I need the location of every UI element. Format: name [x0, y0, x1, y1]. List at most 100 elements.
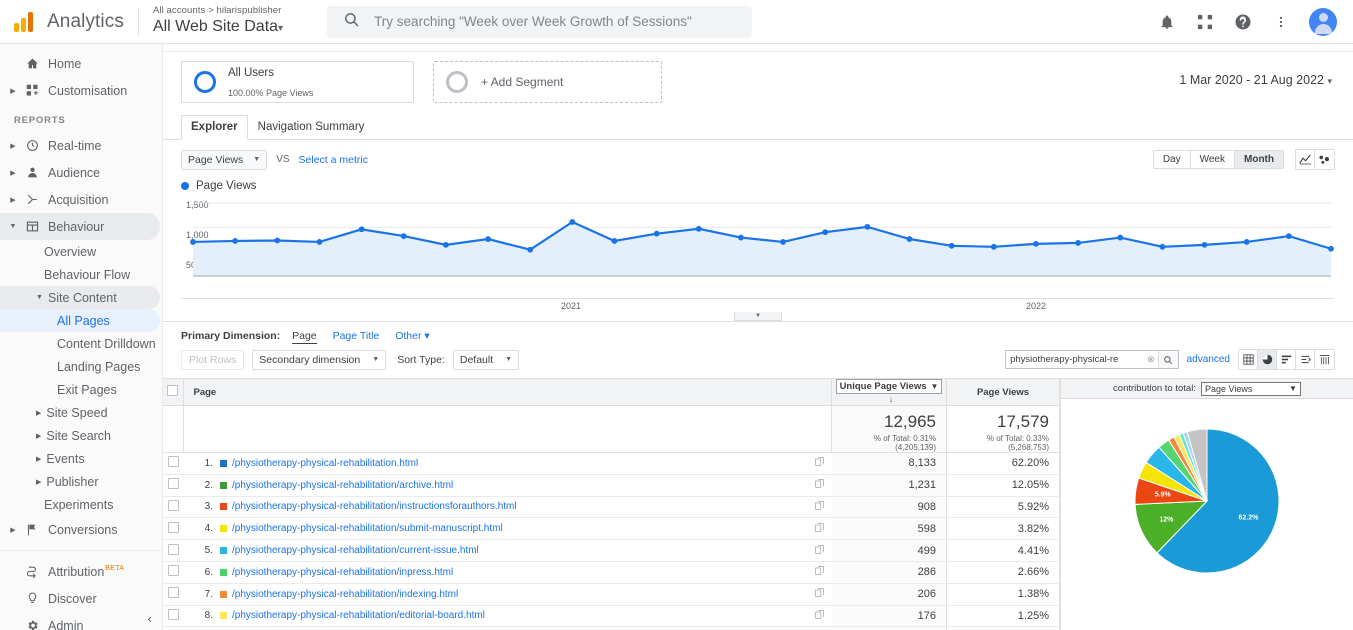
- sidebar-item-content-drilldown[interactable]: Content Drilldown: [0, 332, 162, 355]
- notifications-bell-icon[interactable]: [1157, 12, 1177, 32]
- row-checkbox-cell[interactable]: [163, 561, 183, 583]
- granularity-day[interactable]: Day: [1154, 151, 1191, 168]
- row-page-link[interactable]: /physiotherapy-physical-rehabilitation/i…: [232, 589, 458, 600]
- table-row[interactable]: 1./physiotherapy-physical-rehabilitation…: [163, 453, 1060, 475]
- open-page-icon[interactable]: [815, 588, 824, 600]
- checkbox[interactable]: [168, 587, 179, 598]
- granularity-month[interactable]: Month: [1235, 151, 1283, 168]
- checkbox[interactable]: [167, 385, 178, 396]
- secondary-dimension-button[interactable]: Secondary dimension▼: [252, 350, 386, 370]
- metric-selector[interactable]: Page Views▼: [181, 150, 267, 170]
- table-row[interactable]: 3./physiotherapy-physical-rehabilitation…: [163, 496, 1060, 518]
- sidebar-item-admin[interactable]: Admin: [0, 612, 162, 630]
- checkbox[interactable]: [168, 500, 179, 511]
- row-page-link[interactable]: /physiotherapy-physical-rehabilitation/e…: [232, 610, 485, 621]
- sidebar-item-site-content[interactable]: ▼ Site Content: [0, 286, 160, 309]
- row-checkbox-cell[interactable]: [163, 474, 183, 496]
- checkbox[interactable]: [168, 544, 179, 555]
- table-row[interactable]: 7./physiotherapy-physical-rehabilitation…: [163, 583, 1060, 605]
- row-page-link[interactable]: /physiotherapy-physical-rehabilitation/i…: [232, 501, 517, 512]
- sidebar-item-site-speed[interactable]: ▶Site Speed: [0, 401, 162, 424]
- table-search-box[interactable]: ⊗: [1005, 350, 1179, 369]
- open-page-icon[interactable]: [815, 566, 824, 578]
- row-checkbox-cell[interactable]: [163, 605, 183, 627]
- row-checkbox-cell[interactable]: [163, 496, 183, 518]
- column-header-unique-page-views[interactable]: Unique Page Views▼ ↓: [832, 379, 947, 406]
- sidebar-item-customisation[interactable]: ▶ Customisation: [0, 77, 162, 104]
- checkbox[interactable]: [168, 609, 179, 620]
- apps-grid-icon[interactable]: [1195, 12, 1215, 32]
- row-checkbox-cell[interactable]: [163, 583, 183, 605]
- checkbox[interactable]: [168, 522, 179, 533]
- table-search-input[interactable]: [1006, 354, 1144, 365]
- row-page-link[interactable]: /physiotherapy-physical-rehabilitation/a…: [232, 480, 453, 491]
- motion-chart-icon[interactable]: [1315, 150, 1334, 169]
- checkbox[interactable]: [168, 456, 179, 467]
- table-row[interactable]: 8./physiotherapy-physical-rehabilitation…: [163, 605, 1060, 627]
- search-icon[interactable]: [1158, 351, 1178, 368]
- comparison-view-icon[interactable]: [1296, 350, 1315, 369]
- sidebar-item-audience[interactable]: ▶ Audience: [0, 159, 162, 186]
- sidebar-item-attribution[interactable]: AttributionBETA: [0, 558, 162, 585]
- global-search[interactable]: [327, 6, 752, 38]
- table-row[interactable]: 2./physiotherapy-physical-rehabilitation…: [163, 474, 1060, 496]
- sidebar-item-acquisition[interactable]: ▶ Acquisition: [0, 186, 162, 213]
- sidebar-item-all-pages[interactable]: All Pages: [0, 309, 160, 332]
- select-a-metric-link[interactable]: Select a metric: [299, 154, 368, 166]
- plot-rows-button[interactable]: Plot Rows: [181, 350, 244, 370]
- sidebar-item-home[interactable]: Home: [0, 50, 162, 77]
- sidebar-item-publisher[interactable]: ▶Publisher: [0, 470, 162, 493]
- tab-navigation-summary[interactable]: Navigation Summary: [248, 115, 375, 139]
- more-options-icon[interactable]: [1271, 12, 1291, 32]
- clear-icon[interactable]: ⊗: [1147, 354, 1155, 365]
- row-page-link[interactable]: /physiotherapy-physical-rehabilitation/s…: [232, 523, 503, 534]
- add-segment-button[interactable]: + Add Segment: [433, 61, 662, 103]
- open-page-icon[interactable]: [815, 545, 824, 557]
- table-row[interactable]: 5./physiotherapy-physical-rehabilitation…: [163, 540, 1060, 562]
- sidebar-item-discover[interactable]: Discover: [0, 585, 162, 612]
- performance-view-icon[interactable]: [1277, 350, 1296, 369]
- search-input[interactable]: [374, 14, 734, 29]
- sidebar-item-behaviour[interactable]: ▼ Behaviour: [0, 213, 160, 240]
- row-checkbox-cell[interactable]: [163, 518, 183, 540]
- sidebar-item-behaviour-flow[interactable]: Behaviour Flow: [0, 263, 162, 286]
- help-icon[interactable]: [1233, 12, 1253, 32]
- pie-view-icon[interactable]: [1258, 350, 1277, 369]
- collapse-sidebar-button[interactable]: ‹: [148, 611, 152, 626]
- open-page-icon[interactable]: [815, 501, 824, 513]
- sidebar-item-realtime[interactable]: ▶ Real-time: [0, 132, 162, 159]
- collapse-chart-button[interactable]: ▼: [734, 312, 782, 321]
- primary-dimension-other[interactable]: Other ▾: [395, 330, 429, 342]
- primary-dimension-page[interactable]: Page: [292, 330, 317, 344]
- table-row[interactable]: 6./physiotherapy-physical-rehabilitation…: [163, 561, 1060, 583]
- avatar[interactable]: [1309, 8, 1337, 36]
- open-page-icon[interactable]: [815, 523, 824, 535]
- sidebar-item-exit-pages[interactable]: Exit Pages: [0, 378, 162, 401]
- sidebar-item-conversions[interactable]: ▶ Conversions: [0, 516, 162, 543]
- pie-metric-select[interactable]: Page Views▼: [1201, 382, 1301, 396]
- granularity-week[interactable]: Week: [1191, 151, 1235, 168]
- table-row[interactable]: 4./physiotherapy-physical-rehabilitation…: [163, 518, 1060, 540]
- row-page-link[interactable]: /physiotherapy-physical-rehabilitation/i…: [232, 567, 453, 578]
- checkbox[interactable]: [168, 478, 179, 489]
- account-selector[interactable]: All accounts > hilarispublisher All Web …: [153, 6, 283, 36]
- checkbox[interactable]: [168, 565, 179, 576]
- sidebar-item-overview[interactable]: Overview: [0, 240, 162, 263]
- column-header-page-views[interactable]: Page Views: [947, 379, 1060, 406]
- sidebar-item-events[interactable]: ▶Events: [0, 447, 162, 470]
- tab-explorer[interactable]: Explorer: [181, 115, 248, 140]
- column-header-page[interactable]: Page: [183, 379, 832, 406]
- sidebar-item-site-search[interactable]: ▶Site Search: [0, 424, 162, 447]
- row-page-link[interactable]: /physiotherapy-physical-rehabilitation/c…: [232, 545, 479, 556]
- open-page-icon[interactable]: [815, 479, 824, 491]
- segment-all-users[interactable]: All Users 100.00% Page Views: [181, 61, 414, 103]
- table-view-icon[interactable]: [1239, 350, 1258, 369]
- open-page-icon[interactable]: [815, 610, 824, 622]
- open-page-icon[interactable]: [815, 457, 824, 469]
- sidebar-item-experiments[interactable]: Experiments: [0, 493, 162, 516]
- row-checkbox-cell[interactable]: [163, 453, 183, 475]
- line-chart-icon[interactable]: [1296, 150, 1315, 169]
- sort-type-select[interactable]: Default▼: [453, 350, 519, 370]
- row-page-link[interactable]: /physiotherapy-physical-rehabilitation.h…: [232, 458, 418, 469]
- sidebar-item-landing-pages[interactable]: Landing Pages: [0, 355, 162, 378]
